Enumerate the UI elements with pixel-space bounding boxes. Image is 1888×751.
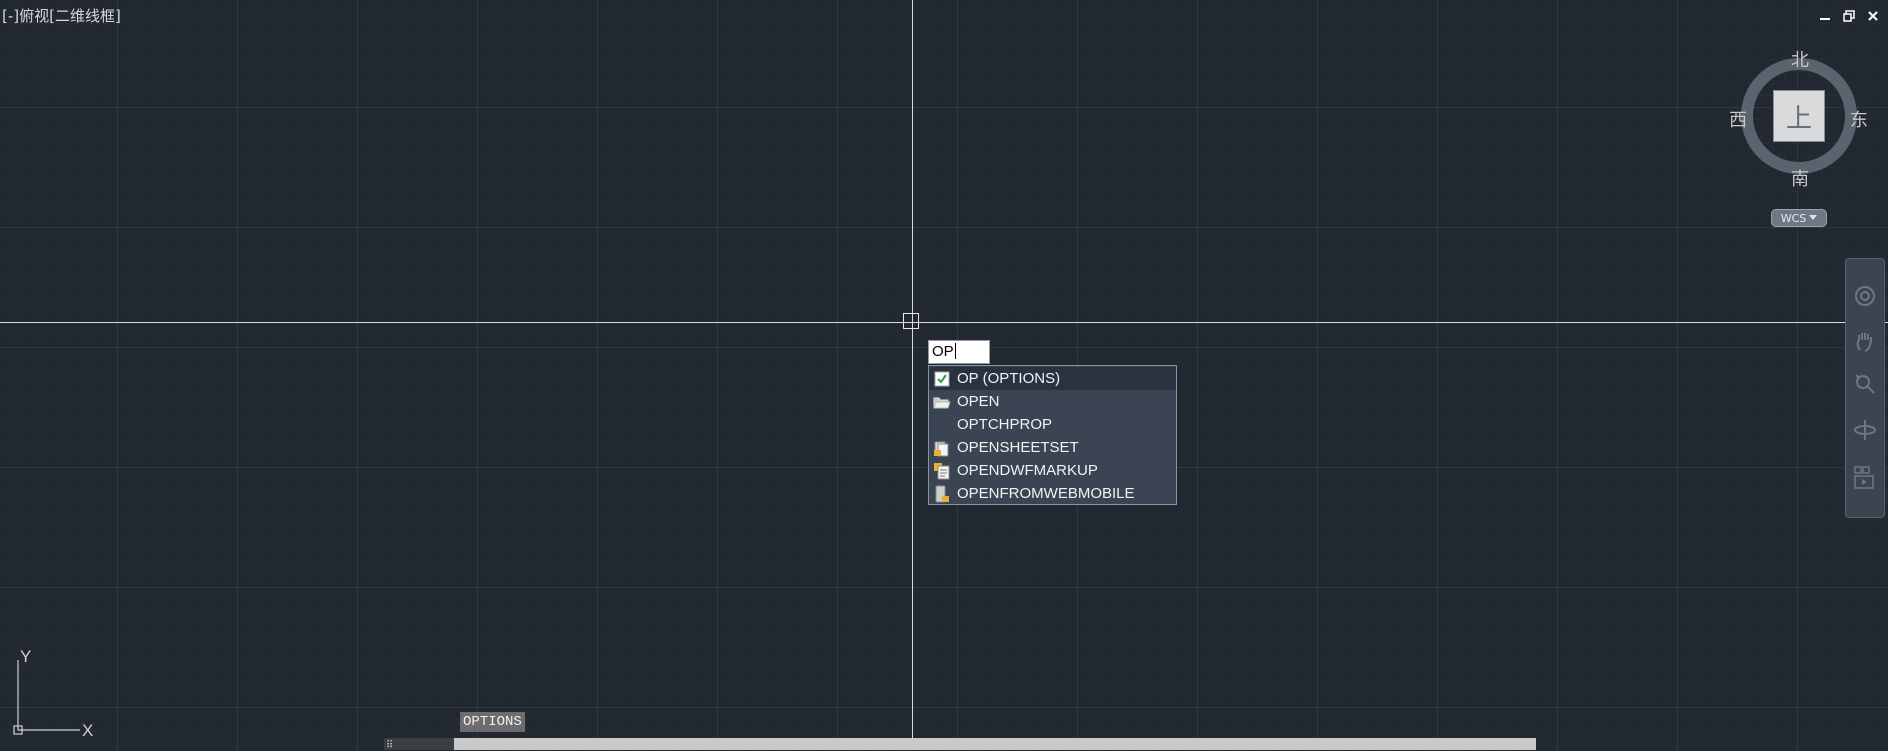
crosshair-horizontal (0, 322, 1888, 323)
viewport-controls-label[interactable]: [-]俯视[二维线框] (2, 5, 121, 26)
autocomplete-item-open[interactable]: OPEN (929, 390, 1176, 413)
compass-south[interactable]: 南 (1791, 165, 1809, 191)
ucs-y-label: Y (20, 648, 31, 666)
crosshair-vertical (912, 0, 913, 750)
sheetset-icon (933, 439, 951, 457)
dynamic-command-input[interactable]: OP (928, 340, 990, 364)
command-autocomplete-list: OP (OPTIONS) OPEN OPTCHPROP OPENSHEETSET… (928, 365, 1177, 505)
autocomplete-item-label: OPEN (957, 393, 1000, 410)
minimize-icon[interactable] (1818, 9, 1832, 23)
chevron-down-icon (1809, 215, 1818, 220)
autocomplete-item-op-options[interactable]: OP (OPTIONS) (929, 367, 1176, 390)
checkbox-icon (933, 370, 951, 388)
wcs-label: WCS (1780, 211, 1807, 225)
orbit-icon[interactable] (1852, 417, 1878, 443)
compass-east[interactable]: 东 (1850, 106, 1868, 132)
viewcube-face-label: 上 (1785, 103, 1812, 134)
viewcube[interactable]: 上 北 南 东 西 (1729, 50, 1868, 190)
dwf-markup-icon (933, 462, 951, 480)
ucs-icon: Y X (13, 648, 93, 738)
autocomplete-item-optchprop[interactable]: OPTCHPROP (929, 413, 1176, 436)
ucs-x-label: X (82, 721, 93, 738)
restore-icon[interactable] (1842, 9, 1856, 23)
autocomplete-item-label: OPENSHEETSET (957, 439, 1079, 456)
autocomplete-item-label: OPENFROMWEBMOBILE (957, 485, 1135, 502)
zoom-icon[interactable] (1852, 371, 1878, 397)
command-tooltip: OPTIONS (460, 712, 525, 732)
text-caret (954, 343, 956, 359)
folder-open-icon (933, 393, 951, 411)
autocomplete-item-openfromwebmobile[interactable]: OPENFROMWEBMOBILE (929, 482, 1176, 505)
viewcube-top-face[interactable]: 上 (1773, 90, 1825, 142)
compass-north[interactable]: 北 (1791, 46, 1809, 72)
command-line-input-area[interactable] (454, 738, 1536, 750)
pan-hand-icon[interactable] (1852, 329, 1878, 355)
pickbox-cursor (903, 313, 919, 329)
autocomplete-item-label: OP (OPTIONS) (957, 370, 1061, 387)
compass-west[interactable]: 西 (1729, 106, 1747, 132)
autocomplete-item-label: OPENDWFMARKUP (957, 462, 1098, 479)
navigation-bar (1845, 258, 1885, 518)
close-icon[interactable] (1866, 9, 1880, 23)
steering-wheel-icon[interactable] (1852, 283, 1878, 309)
command-input-text: OP (932, 343, 954, 360)
showmotion-icon[interactable] (1852, 465, 1878, 491)
wcs-menu-button[interactable]: WCS (1771, 209, 1827, 227)
autocomplete-item-opendwfmarkup[interactable]: OPENDWFMARKUP (929, 459, 1176, 482)
autocomplete-item-opensheetset[interactable]: OPENSHEETSET (929, 436, 1176, 459)
viewport-window-controls (1818, 9, 1880, 23)
autocomplete-item-label: OPTCHPROP (957, 416, 1053, 433)
web-mobile-icon (933, 485, 951, 503)
